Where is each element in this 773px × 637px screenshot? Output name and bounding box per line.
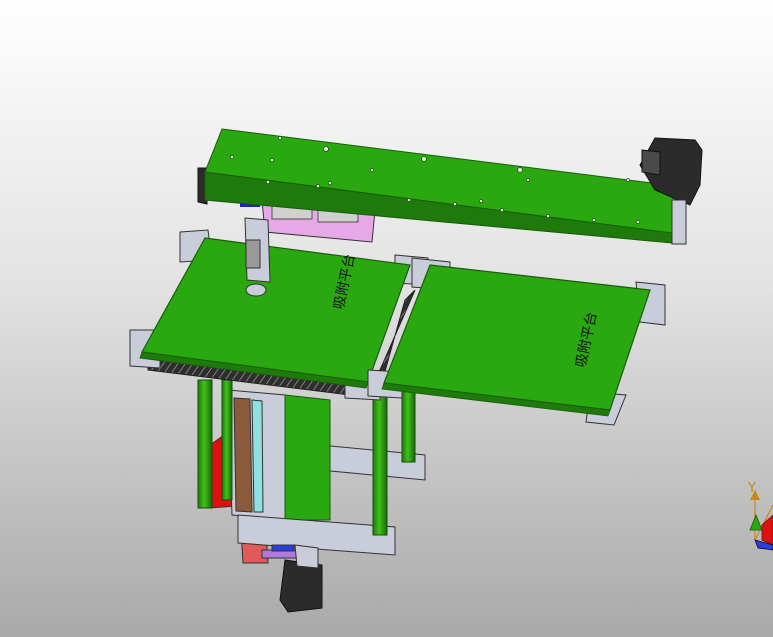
linear-module-cyan: [251, 399, 264, 513]
linear-module-rail: [233, 397, 253, 513]
beam-end-block: [671, 199, 687, 245]
gantry-beam: [197, 128, 703, 245]
triad-red-cone: [761, 514, 773, 546]
coordinate-triad: Y: [747, 481, 773, 551]
blue-part: [271, 544, 295, 552]
probe-body: [245, 239, 261, 269]
guide-column-4: [221, 379, 233, 501]
probe-tip: [245, 283, 267, 297]
guide-column-2: [372, 384, 388, 536]
guide-column-1: [197, 379, 213, 509]
triad-green-cone: [749, 513, 763, 531]
z-axis-assembly: [197, 379, 426, 613]
green-side-plate: [284, 394, 331, 521]
top-motor-face: [641, 149, 661, 176]
cad-viewport[interactable]: 吸附平台 吸附平台 Y: [0, 0, 773, 637]
y-axis-label: Y: [747, 481, 756, 496]
motor-coupler: [294, 544, 319, 569]
